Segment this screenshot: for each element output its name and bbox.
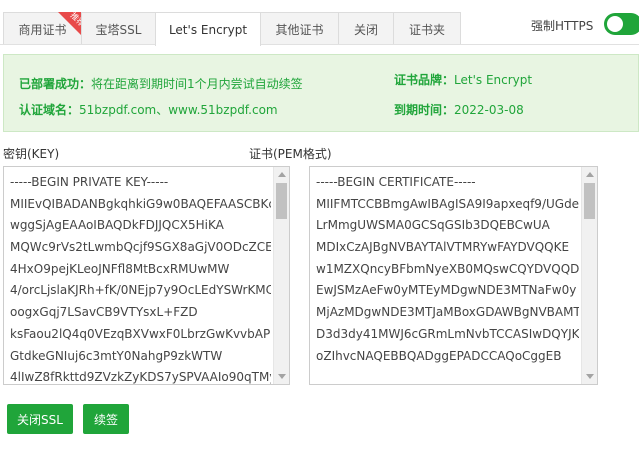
expire-value: 2022-03-08 <box>454 103 524 117</box>
scroll-thumb[interactable] <box>276 183 287 219</box>
cert-label: 证书(PEM格式) <box>249 147 332 161</box>
tab-bt-ssl[interactable]: 宝塔SSL <box>81 12 156 45</box>
key-label: 密钥(KEY) <box>3 147 60 161</box>
text-line: oogxGqj7LSavCB9VTYsxL+FZD <box>10 305 198 320</box>
text-line: 4HxO9pejKLeoJNFfl8MtBcxRMUwMW <box>10 261 230 276</box>
text-line: D3d3dy41MWJ6cGRmLmNvbTCCASIwDQYJK <box>316 326 579 341</box>
domain-key: 认证域名： <box>19 103 80 117</box>
text-line: ksFaou2lQ4q0VEzqBXVwxF0LbrzGwKvvbAPE <box>10 326 271 341</box>
close-ssl-button[interactable]: 关闭SSL <box>7 404 73 434</box>
ssl-status-panel: 已部署成功：将在距离到期时间1个月内尝试自动续签 认证域名：51bzpdf.co… <box>3 54 639 132</box>
private-key-content: -----BEGIN PRIVATE KEY----- MIIEvQIBADANB… <box>10 172 271 385</box>
scroll-up-icon[interactable] <box>586 172 594 177</box>
status-value: 将在距离到期时间1个月内尝试自动续签 <box>91 77 303 91</box>
text-line: -----BEGIN CERTIFICATE----- <box>316 175 476 189</box>
tab-label: 宝塔SSL <box>95 22 142 37</box>
key-scrollbar[interactable] <box>273 167 289 384</box>
tab-label: 证书夹 <box>408 22 445 37</box>
cert-scrollbar[interactable] <box>581 167 597 384</box>
text-line: GtdkeGNIuj6c3mtY0NahgP9zkWTW <box>10 348 223 363</box>
text-line: 4lIwZ8fRkttd9ZVzkZyKDS7ySPVAAIo90qTMy <box>10 370 271 385</box>
deploy-status: 已部署成功：将在距离到期时间1个月内尝试自动续签 <box>19 75 303 92</box>
text-line: oZIhvcNAQEBBQADggEPADCCAQoCggEB <box>316 348 562 363</box>
brand-value: Let's Encrypt <box>454 73 533 87</box>
certificate-content: -----BEGIN CERTIFICATE----- MIIFMTCCBBmgA… <box>316 172 579 367</box>
text-line: MjAzMDgwNDE3MTJaMBoxGDAWBgNVBAMT <box>316 305 579 320</box>
scroll-thumb[interactable] <box>584 183 595 219</box>
toggle-knob <box>607 16 623 32</box>
tab-other-cert[interactable]: 其他证书 <box>260 12 339 45</box>
text-line: MIIEvQIBADANBgkqhkiG9w0BAQEFAASCBKc <box>10 196 271 211</box>
tab-label: Let's Encrypt <box>168 22 248 37</box>
scroll-down-icon[interactable] <box>278 374 286 379</box>
text-line: -----BEGIN PRIVATE KEY----- <box>10 175 169 189</box>
certificate-textarea[interactable]: -----BEGIN CERTIFICATE----- MIIFMTCCBBmgA… <box>309 166 598 385</box>
cert-domains: 认证域名：51bzpdf.com、www.51bzpdf.com <box>19 101 278 118</box>
recommend-badge: 推荐 <box>58 12 82 36</box>
text-line: wggSjAgEAAoIBAQDkFDJJQCX5HiKA <box>10 218 224 233</box>
status-key: 已部署成功： <box>19 77 92 91</box>
text-line: MIIFMTCCBBmgAwIBAgISA9I9apxeqf9/UGde <box>316 196 579 211</box>
tab-divider <box>0 44 639 45</box>
scroll-down-icon[interactable] <box>586 374 594 379</box>
tab-commercial-cert[interactable]: 商用证书 推荐 <box>3 12 82 45</box>
cert-brand: 证书品牌：Let's Encrypt <box>394 71 532 88</box>
text-line: MDIxCzAJBgNVBAYTAlVTMRYwFAYDVQQKE <box>316 240 570 255</box>
domain-value: 51bzpdf.com、www.51bzpdf.com <box>79 103 278 117</box>
expire-key: 到期时间： <box>394 103 455 117</box>
text-line: LrMmgUWSMA0GCSqGSIb3DQEBCwUA <box>316 218 550 233</box>
force-https-label: 强制HTTPS <box>531 19 594 33</box>
cert-expiry: 到期时间：2022-03-08 <box>394 101 524 118</box>
brand-key: 证书品牌： <box>394 73 455 87</box>
text-line: EwJSMzAeFw0yMTEyMDgwNDE3MTNaFw0y <box>316 283 577 298</box>
renew-button[interactable]: 续签 <box>83 404 129 434</box>
tab-cert-folder[interactable]: 证书夹 <box>393 12 461 45</box>
text-line: w1MZXQncyBFbmNyeXB0MQswCQYDVQQD <box>316 261 579 276</box>
tab-label: 其他证书 <box>275 22 324 37</box>
force-https-toggle[interactable] <box>604 13 639 35</box>
tab-close[interactable]: 关闭 <box>338 12 394 45</box>
scroll-up-icon[interactable] <box>278 172 286 177</box>
tab-lets-encrypt[interactable]: Let's Encrypt <box>155 12 261 46</box>
tab-label: 关闭 <box>353 22 378 37</box>
text-line: MQWc9rVs2tLwmbQcjf9SGX8aGjV0ODcZCE+ <box>10 240 271 255</box>
text-line: 4/orcLjslaKJRh+fK/0NEjp7y9OcLEdYSWrKMC <box>10 283 271 298</box>
private-key-textarea[interactable]: -----BEGIN PRIVATE KEY----- MIIEvQIBADANB… <box>3 166 290 385</box>
